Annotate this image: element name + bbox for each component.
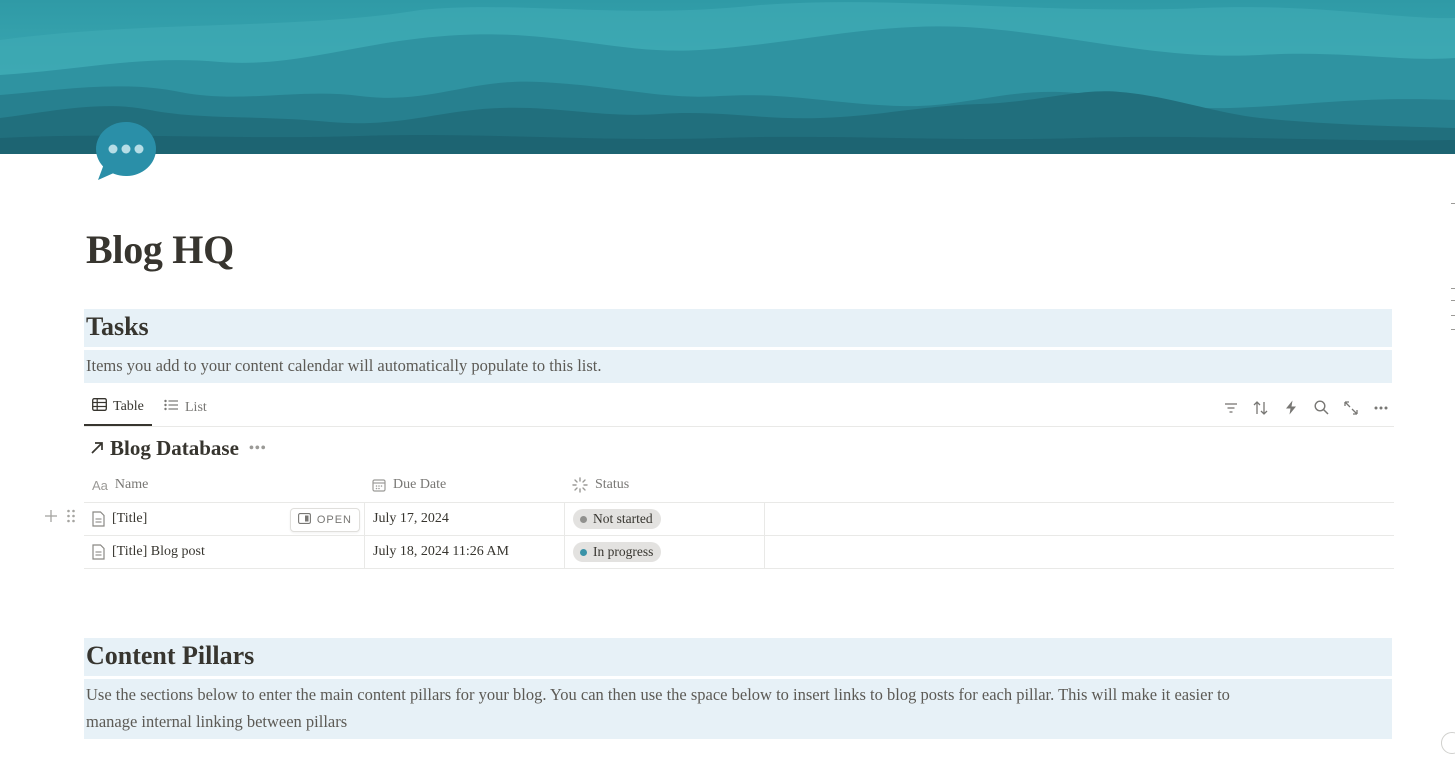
list-icon [164,399,179,416]
text-property-icon: Aa [92,477,108,493]
tasks-description: Items you add to your content calendar w… [86,356,602,375]
page-title[interactable]: Blog HQ [86,226,234,273]
database-table: Aa Name Due Date Status [Title] OPEN Jul… [84,468,1394,569]
scroll-marker [1451,329,1455,330]
page-icon [92,544,105,560]
column-header-name[interactable]: Aa Name [84,468,364,502]
drag-handle-icon[interactable] [66,509,76,528]
status-dot [580,548,587,556]
open-label: OPEN [316,514,352,526]
tab-list[interactable]: List [164,390,207,425]
more-icon[interactable] [1372,399,1390,417]
database-title[interactable]: Blog Database [110,436,239,461]
column-header-status-label: Status [595,477,630,492]
status-badge: Not started [573,509,661,529]
search-icon[interactable] [1312,399,1330,417]
pillars-heading: Content Pillars [86,641,255,670]
row-name-cell[interactable]: [Title] Blog post [84,536,364,568]
tasks-description-block[interactable]: Items you add to your content calendar w… [84,350,1392,383]
page-cover [0,0,1455,154]
status-label: In progress [593,544,654,559]
side-peek-icon [297,513,311,527]
scroll-marker [1451,288,1455,289]
table-row[interactable]: [Title] Blog post July 18, 2024 11:26 AM… [84,536,1394,569]
filter-icon[interactable] [1222,399,1240,417]
table-row[interactable]: [Title] OPEN July 17, 2024 Not started [84,503,1394,536]
scroll-marker [1451,315,1455,316]
expand-icon[interactable] [1342,399,1360,417]
row-due-date[interactable]: July 17, 2024 [364,503,564,535]
pillars-description-line1: Use the sections below to enter the main… [86,685,1230,704]
column-header-name-label: Name [114,477,149,492]
row-name: [Title] Blog post [112,544,205,559]
database-more-icon[interactable]: ••• [249,441,267,457]
scroll-marker [1451,203,1455,204]
calendar-icon [372,478,386,492]
scroll-marker [1451,300,1455,301]
mountain-cover-image [0,0,1455,154]
row-status-cell[interactable]: In progress [564,536,764,568]
column-header-due-date-label: Due Date [393,477,447,492]
column-header-due-date[interactable]: Due Date [364,468,564,502]
column-header-status[interactable]: Status [564,468,764,502]
row-name-cell[interactable]: [Title] OPEN [84,503,364,535]
sort-icon[interactable] [1252,399,1270,417]
database-title-row[interactable]: Blog Database ••• [90,436,267,461]
status-icon [572,477,588,493]
tab-list-label: List [185,399,207,415]
row-empty-cell[interactable] [764,503,1394,535]
status-dot [580,515,587,523]
help-button[interactable] [1441,732,1455,754]
row-status-cell[interactable]: Not started [564,503,764,535]
row-due-date[interactable]: July 18, 2024 11:26 AM [364,536,564,568]
pillars-description-block[interactable]: Use the sections below to enter the main… [84,679,1392,739]
open-page-button[interactable]: OPEN [289,508,360,532]
status-label: Not started [593,511,653,526]
database-view-bar: Table List [84,390,1394,427]
automation-icon[interactable] [1282,399,1300,417]
add-row-icon[interactable] [44,509,58,528]
speech-bubble-icon[interactable] [94,120,158,184]
pillars-heading-block[interactable]: Content Pillars [84,638,1392,676]
table-icon [92,398,107,416]
row-empty-cell[interactable] [764,536,1394,568]
page-icon [92,511,105,527]
row-handles [44,509,76,528]
view-toolbar [1222,390,1394,425]
tab-table[interactable]: Table [84,390,152,426]
link-arrow-icon [90,436,104,461]
tasks-heading-block[interactable]: Tasks [84,309,1392,347]
tab-table-label: Table [113,399,144,414]
tasks-heading: Tasks [86,312,149,341]
pillars-description-line2: manage internal linking between pillars [86,712,348,731]
row-name: [Title] [112,511,148,526]
table-header-row: Aa Name Due Date Status [84,468,1394,503]
status-badge: In progress [573,542,662,562]
